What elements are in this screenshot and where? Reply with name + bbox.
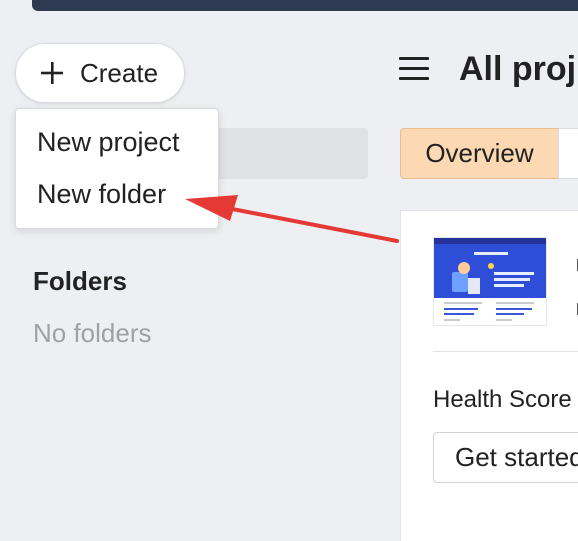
folders-heading: Folders	[33, 266, 127, 296]
tab-next[interactable]	[558, 128, 578, 179]
sidebar-search-field[interactable]	[200, 128, 368, 179]
create-button[interactable]: Create	[15, 43, 185, 103]
tab-overview[interactable]: Overview	[400, 128, 559, 179]
top-nav-bar	[32, 0, 578, 11]
thumbnail-hero	[434, 238, 546, 298]
plus-icon	[41, 62, 63, 84]
get-started-button[interactable]: Get started	[433, 432, 578, 483]
hamburger-menu-icon[interactable]	[399, 56, 429, 82]
project-thumbnail[interactable]	[433, 237, 547, 326]
health-score-label: Health Score	[433, 386, 572, 413]
card-divider	[433, 351, 578, 352]
page-title: All proj	[459, 50, 577, 88]
project-card: Health Score Get started	[400, 210, 578, 541]
menu-item-new-project[interactable]: New project	[37, 127, 180, 158]
no-folders-text: No folders	[33, 318, 152, 348]
menu-item-new-folder[interactable]: New folder	[37, 179, 166, 210]
create-dropdown-menu: New project New folder	[15, 108, 219, 229]
create-button-label: Create	[80, 57, 159, 88]
